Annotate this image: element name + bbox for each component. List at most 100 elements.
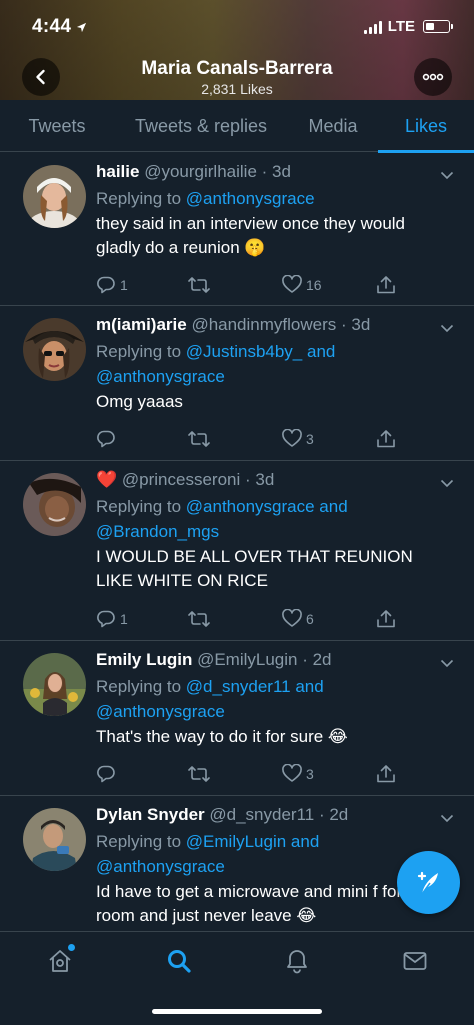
tweet-body: ❤️ @princesseroni · 3d Replying to @anth…: [96, 469, 454, 593]
avatar[interactable]: [23, 165, 86, 228]
reply-button[interactable]: [96, 764, 120, 784]
tweet-actions: 1 6: [96, 609, 396, 631]
nav-search[interactable]: [164, 946, 194, 976]
like-count: 16: [306, 276, 322, 293]
carrier-label: LTE: [387, 18, 415, 35]
retweet-icon: [188, 766, 210, 782]
retweet-icon: [188, 431, 210, 447]
tweet-actions: 1 16: [96, 275, 396, 297]
chevron-down-icon[interactable]: [440, 655, 454, 673]
retweet-button[interactable]: [188, 275, 214, 295]
tab-tweets[interactable]: Tweets: [0, 100, 114, 152]
share-button[interactable]: [376, 609, 396, 629]
tweet-author-handle[interactable]: @princesseroni: [122, 470, 240, 489]
reply-mention[interactable]: @anthonysgrace: [96, 702, 225, 721]
reply-button[interactable]: 1: [96, 275, 128, 295]
more-button[interactable]: [414, 58, 452, 96]
like-button[interactable]: 16: [282, 275, 322, 294]
chevron-down-icon[interactable]: [440, 320, 454, 338]
reply-context: Replying to @anthonysgrace and @Brandon_…: [96, 497, 348, 541]
tab-tweets-replies[interactable]: Tweets & replies: [114, 100, 288, 152]
nav-notifications[interactable]: [282, 946, 312, 976]
reply-button[interactable]: [96, 429, 120, 449]
compose-tweet-icon: [417, 871, 438, 894]
share-icon: [377, 276, 395, 294]
reply-mention[interactable]: @EmilyLugin and: [186, 832, 320, 851]
reply-mention[interactable]: @Brandon_mgs: [96, 522, 219, 541]
reply-button[interactable]: 1: [96, 609, 128, 629]
more-horizontal-icon: [422, 73, 444, 81]
retweet-icon: [188, 611, 210, 627]
reply-icon: [97, 610, 115, 628]
tweet-time: 3d: [351, 315, 371, 334]
reply-mention[interactable]: @Justinsb4by_ and: [186, 342, 336, 361]
like-button[interactable]: 3: [282, 429, 314, 448]
reply-mention[interactable]: @anthonysgrace: [96, 857, 225, 876]
retweet-button[interactable]: [188, 609, 214, 629]
heart-icon: [282, 609, 302, 627]
profile-name: Maria Canals-Barrera: [141, 58, 333, 79]
avatar[interactable]: [23, 653, 86, 716]
reply-mention[interactable]: @d_snyder11 and: [186, 677, 324, 696]
tweet-author-handle[interactable]: @EmilyLugin: [197, 650, 297, 669]
tab-media[interactable]: Media: [288, 100, 378, 152]
avatar[interactable]: [23, 473, 86, 536]
bell-icon: [287, 950, 307, 974]
tweet-time: 2d: [329, 805, 349, 824]
share-button[interactable]: [376, 764, 396, 784]
reply-count: 1: [120, 277, 128, 293]
chevron-down-icon[interactable]: [440, 167, 454, 185]
chevron-down-icon[interactable]: [440, 810, 454, 828]
tweet-actions: 3: [96, 429, 396, 451]
mail-icon: [403, 952, 427, 970]
reply-mention[interactable]: @anthonysgrace: [96, 367, 225, 386]
tweet-author-handle[interactable]: @handinmyflowers: [191, 315, 336, 334]
tweet-item[interactable]: Emily Lugin @EmilyLugin · 2d Replying to…: [0, 641, 474, 796]
heart-icon: [282, 764, 302, 782]
profile-header: 4:44 LTE Maria Canals-Barrera 2,831 Like…: [0, 0, 474, 100]
profile-title: Maria Canals-Barrera 2,831 Likes: [0, 58, 474, 97]
tweet-text: Omg yaaas: [96, 392, 183, 411]
share-icon: [377, 610, 395, 628]
tweet-item[interactable]: m(iami)arie @handinmyflowers · 3d Replyi…: [0, 306, 474, 461]
tweet-author-name[interactable]: Emily Lugin: [96, 650, 192, 669]
tweet-header: m(iami)arie @handinmyflowers · 3d: [96, 315, 371, 334]
home-icon: [49, 950, 71, 972]
tweet-text: That's the way to do it for sure 😂: [96, 727, 348, 746]
like-button[interactable]: 6: [282, 609, 314, 628]
tweet-item[interactable]: hailie @yourgirlhailie · 3d Replying to …: [0, 153, 474, 306]
nav-home[interactable]: [45, 944, 75, 976]
status-bar: 4:44 LTE: [0, 14, 474, 44]
reply-context: Replying to @anthonysgrace: [96, 189, 315, 208]
tweet-author-handle[interactable]: @yourgirlhailie: [144, 162, 257, 181]
retweet-button[interactable]: [188, 764, 214, 784]
tweet-item[interactable]: ❤️ @princesseroni · 3d Replying to @anth…: [0, 461, 474, 641]
tweet-header: Emily Lugin @EmilyLugin · 2d: [96, 650, 332, 669]
tab-likes[interactable]: Likes: [378, 100, 474, 153]
share-button[interactable]: [376, 429, 396, 449]
profile-tabs: Tweets Tweets & replies Media Likes: [0, 100, 474, 153]
signal-icon: [363, 20, 382, 34]
like-count: 3: [306, 765, 314, 782]
like-button[interactable]: 3: [282, 764, 314, 783]
tweet-author-handle[interactable]: @d_snyder11: [209, 805, 314, 824]
reply-count: 1: [120, 611, 128, 627]
tweet-body: Emily Lugin @EmilyLugin · 2d Replying to…: [96, 649, 454, 749]
status-time: 4:44: [32, 16, 72, 37]
tweet-author-name[interactable]: ❤️: [96, 470, 117, 489]
reply-mention[interactable]: @anthonysgrace: [186, 189, 315, 208]
tweet-author-name[interactable]: Dylan Snyder: [96, 805, 205, 824]
share-icon: [377, 430, 395, 448]
avatar[interactable]: [23, 808, 86, 871]
chevron-down-icon[interactable]: [440, 475, 454, 493]
tweet-author-name[interactable]: hailie: [96, 162, 139, 181]
reply-mention[interactable]: @anthonysgrace and: [186, 497, 348, 516]
nav-messages[interactable]: [400, 946, 430, 976]
retweet-button[interactable]: [188, 429, 214, 449]
share-icon: [377, 765, 395, 783]
reply-icon: [97, 276, 115, 294]
avatar[interactable]: [23, 318, 86, 381]
compose-tweet-button[interactable]: [397, 851, 460, 914]
tweet-author-name[interactable]: m(iami)arie: [96, 315, 187, 334]
share-button[interactable]: [376, 275, 396, 295]
